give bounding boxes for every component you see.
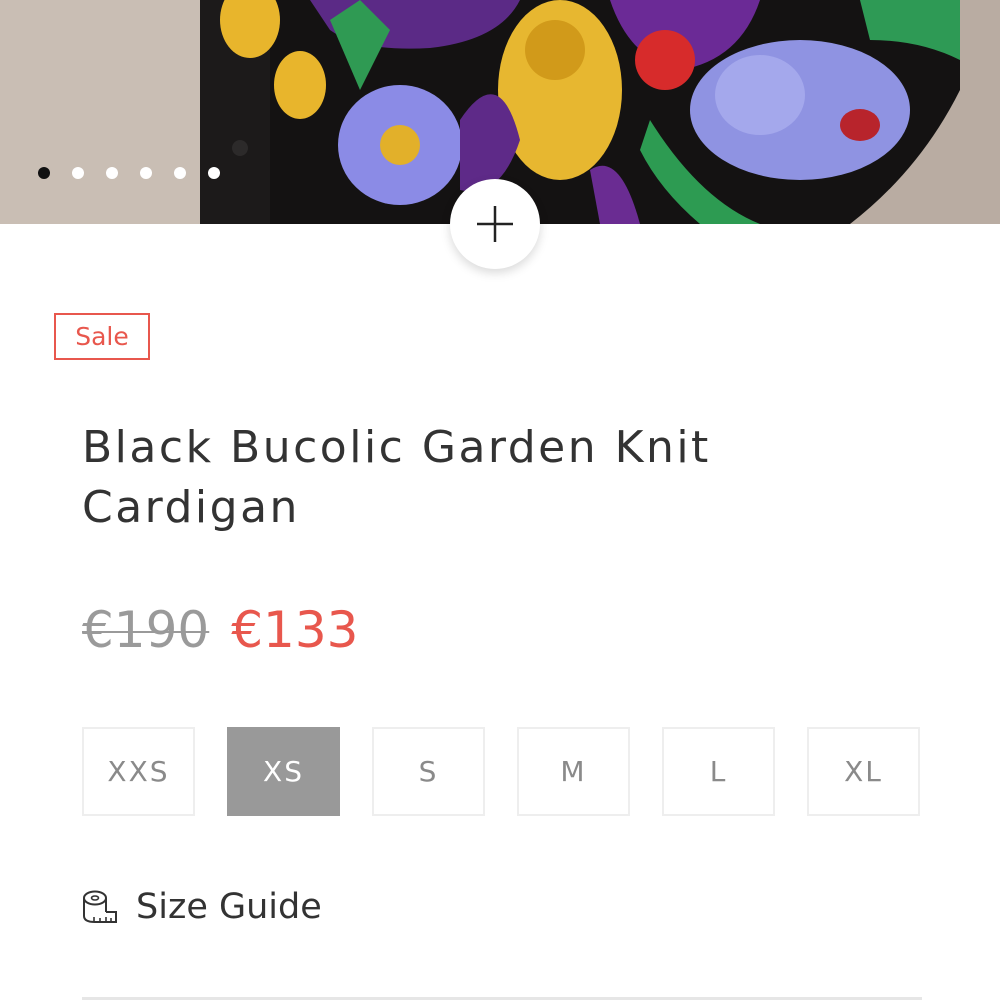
carousel-dot[interactable] bbox=[106, 167, 118, 179]
size-option-xs[interactable]: XS bbox=[227, 727, 340, 816]
size-option-xxs[interactable]: XXS bbox=[82, 727, 195, 816]
plus-icon bbox=[477, 206, 513, 242]
carousel-dot[interactable] bbox=[72, 167, 84, 179]
size-guide-link[interactable]: Size Guide bbox=[80, 880, 322, 934]
price-block: €190 €133 bbox=[82, 600, 359, 660]
size-option-xl[interactable]: XL bbox=[807, 727, 920, 816]
carousel-dot[interactable] bbox=[208, 167, 220, 179]
carousel-dot[interactable] bbox=[140, 167, 152, 179]
size-selector: XXS XS S M L XL bbox=[82, 727, 920, 816]
size-option-l[interactable]: L bbox=[662, 727, 775, 816]
size-option-m[interactable]: M bbox=[517, 727, 630, 816]
tape-measure-icon bbox=[83, 890, 117, 923]
carousel-dot[interactable] bbox=[38, 167, 50, 179]
size-guide-label: Size Guide bbox=[136, 887, 322, 927]
size-option-s[interactable]: S bbox=[372, 727, 485, 816]
sale-price: €133 bbox=[231, 601, 359, 659]
original-price: €190 bbox=[82, 601, 210, 659]
zoom-button[interactable] bbox=[450, 179, 540, 269]
sale-badge: Sale bbox=[54, 313, 150, 360]
carousel-dot[interactable] bbox=[174, 167, 186, 179]
product-title: Black Bucolic Garden Knit Cardigan bbox=[82, 422, 711, 533]
carousel-pagination bbox=[38, 166, 220, 180]
